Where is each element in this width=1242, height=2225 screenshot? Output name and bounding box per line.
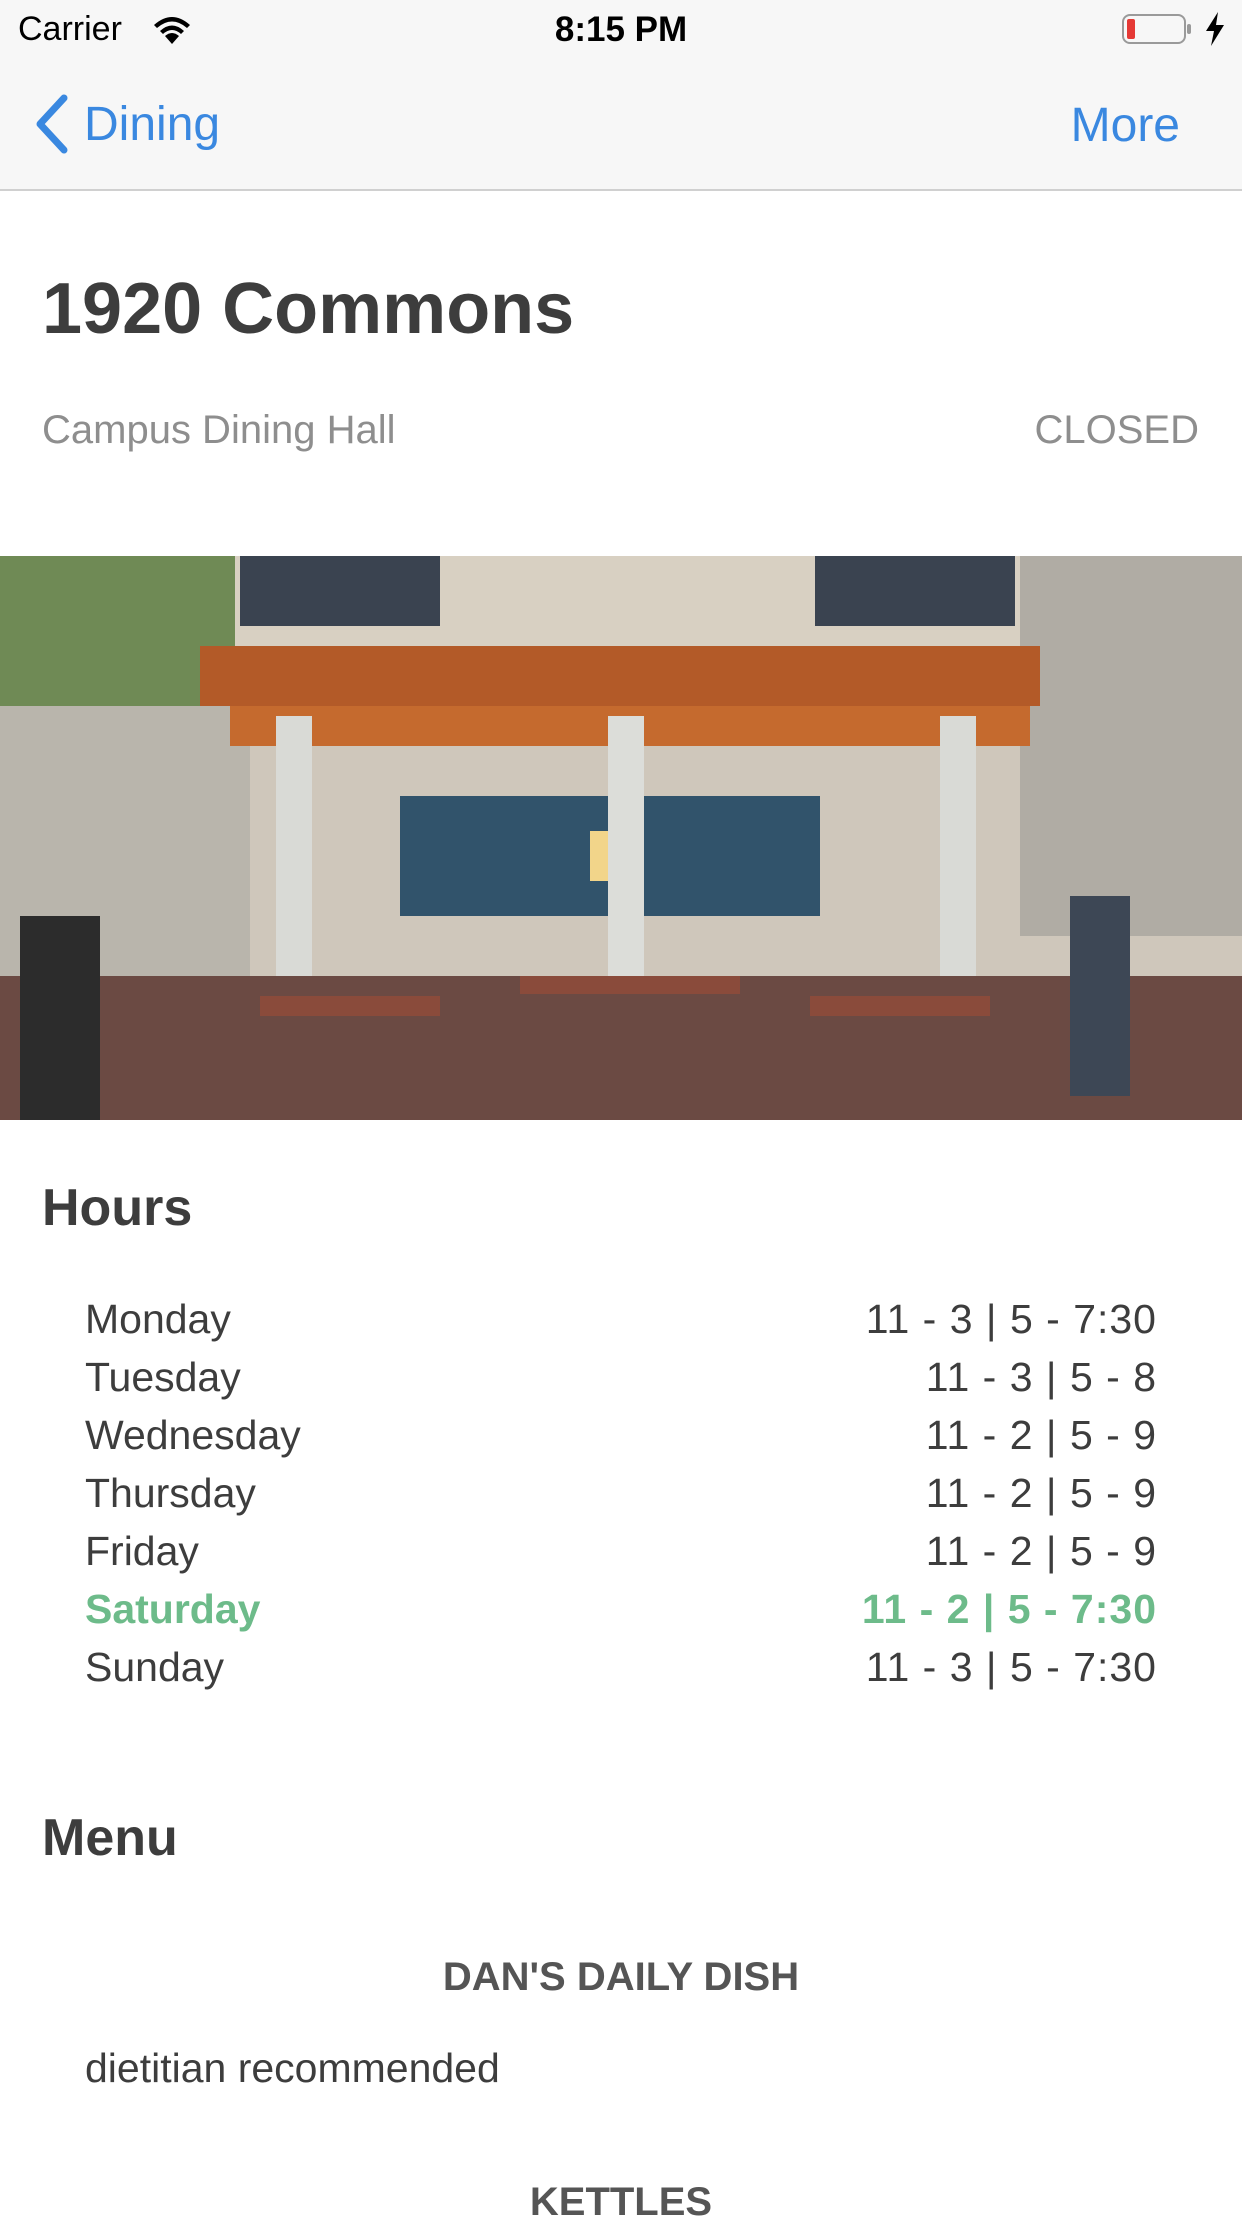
day-label: Friday (85, 1527, 199, 1574)
hours-row-today: Saturday 11 - 2 | 5 - 7:30 (85, 1580, 1157, 1638)
open-status: CLOSED (1034, 408, 1200, 452)
day-hours: 11 - 2 | 5 - 9 (925, 1527, 1157, 1574)
back-button[interactable]: Dining (34, 92, 220, 156)
status-bar: Carrier 8:15 PM (0, 0, 1242, 60)
menu-station-title: DAN'S DAILY DISH (442, 1955, 800, 1999)
clock: 8:15 PM (554, 10, 688, 49)
venue-type: Campus Dining Hall (42, 408, 396, 452)
day-label: Sunday (85, 1643, 225, 1690)
venue-photo (0, 556, 1242, 1120)
menu-item: dietitian recommended (85, 2045, 500, 2091)
hours-row: Thursday 11 - 2 | 5 - 9 (85, 1464, 1157, 1522)
day-hours: 11 - 2 | 5 - 9 (925, 1469, 1157, 1516)
day-label: Tuesday (85, 1353, 241, 1400)
hours-row: Sunday 11 - 3 | 5 - 7:30 (85, 1638, 1157, 1696)
day-hours: 11 - 3 | 5 - 8 (925, 1353, 1157, 1400)
hours-heading: Hours (42, 1179, 193, 1237)
back-label: Dining (84, 97, 221, 151)
hours-row: Tuesday 11 - 3 | 5 - 8 (85, 1348, 1157, 1406)
hours-list: Monday 11 - 3 | 5 - 7:30 Tuesday 11 - 3 … (85, 1290, 1157, 1696)
menu-station-title: KETTLES (529, 2180, 713, 2224)
hours-row: Wednesday 11 - 2 | 5 - 9 (85, 1406, 1157, 1464)
day-hours: 11 - 2 | 5 - 9 (925, 1411, 1157, 1458)
day-label: Wednesday (85, 1411, 301, 1458)
charging-icon (1206, 12, 1224, 46)
more-button[interactable]: More (1071, 98, 1180, 153)
hours-row: Friday 11 - 2 | 5 - 9 (85, 1522, 1157, 1580)
battery-icon (1122, 14, 1191, 44)
day-label: Saturday (85, 1585, 261, 1632)
day-hours: 11 - 3 | 5 - 7:30 (865, 1643, 1157, 1690)
day-label: Thursday (85, 1469, 256, 1516)
page-title: 1920 Commons (42, 269, 575, 349)
day-hours: 11 - 2 | 5 - 7:30 (861, 1585, 1157, 1632)
navigation-bar: Dining More (0, 60, 1242, 191)
chevron-left-icon (36, 94, 68, 154)
menu-heading: Menu (42, 1809, 178, 1867)
day-hours: 11 - 3 | 5 - 7:30 (865, 1295, 1157, 1342)
day-label: Monday (85, 1295, 231, 1342)
hours-row: Monday 11 - 3 | 5 - 7:30 (85, 1290, 1157, 1348)
